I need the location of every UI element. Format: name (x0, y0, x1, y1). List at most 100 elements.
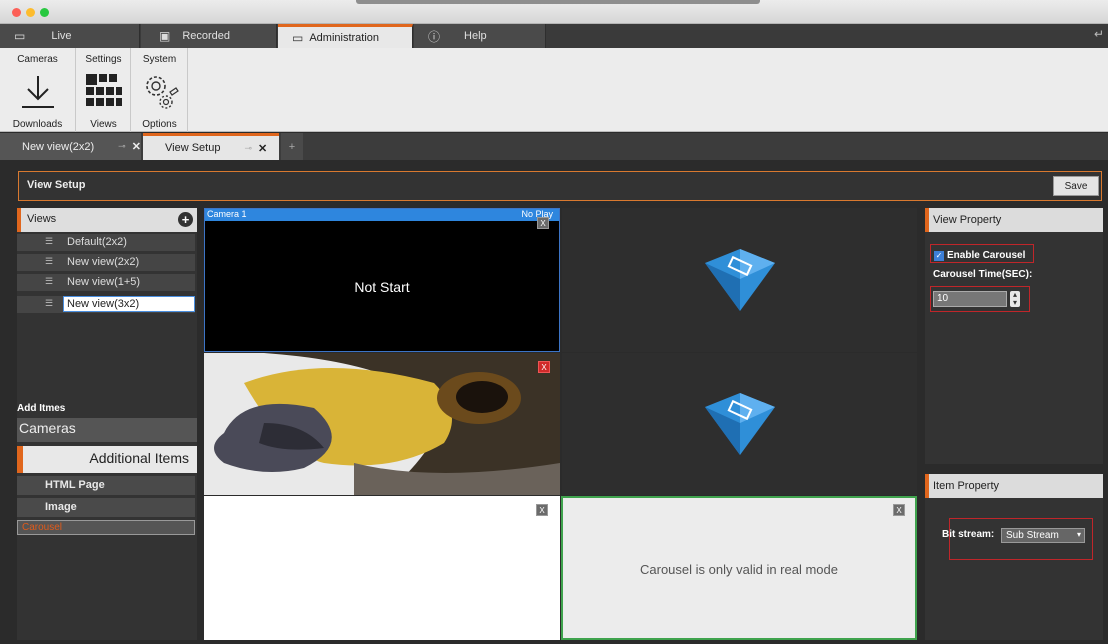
view-item[interactable]: ☰ New view(1+5) (17, 274, 195, 291)
empty-cell[interactable] (562, 353, 917, 495)
list-icon: ☰ (45, 236, 54, 246)
tab-help-label: Help (464, 30, 487, 42)
enable-carousel-checkbox[interactable]: ✓ (934, 251, 944, 261)
html-page-item[interactable]: HTML Page (17, 476, 195, 495)
tab-administration-label: Administration (309, 31, 380, 44)
minimize-window-button[interactable] (26, 8, 35, 17)
add-view-icon[interactable]: + (178, 212, 193, 227)
view-property-header: View Property (925, 208, 1103, 232)
view-item[interactable]: ☰ New view(2x2) (17, 254, 195, 271)
pin-icon[interactable]: ⊸ (244, 143, 252, 154)
tab-live[interactable]: ▭ Live (0, 24, 140, 48)
item-property-header: Item Property (925, 474, 1103, 498)
view-item-label: New view(1+5) (67, 276, 141, 288)
app-window: { "main_tabs": [ {"label": "Live", "icon… (0, 0, 1108, 644)
views-button[interactable] (77, 72, 130, 112)
carousel-time-stepper[interactable]: ▴ ▾ (1010, 291, 1020, 307)
not-start-message: Not Start (354, 279, 410, 295)
tab-administration[interactable]: ▭ Administration (278, 24, 413, 48)
ribbon-group-label: Cameras (17, 54, 58, 65)
bitstream-select[interactable]: Sub Stream ▾ (1001, 528, 1085, 543)
cameras-section[interactable]: Cameras (17, 418, 197, 442)
doctab-label: New view(2x2) (22, 140, 95, 153)
app-logo-icon (704, 249, 775, 311)
tab-help[interactable]: ⓘ Help (414, 24, 546, 48)
tab-recorded[interactable]: ▣ Recorded (141, 24, 277, 48)
document-tab-bar: New view(2x2) ⊸ ✕ View Setup ⊸ ✕ + (0, 133, 1108, 160)
camera-title: Camera 1 (207, 209, 247, 219)
camera-title-bar: Camera 1 No Play (205, 209, 559, 221)
remove-cell-button[interactable]: X (893, 504, 905, 516)
grid-icon (85, 74, 122, 106)
ribbon-group-cameras: Cameras Downloads (0, 48, 76, 132)
ribbon-group-label: Settings (85, 54, 122, 65)
window-titlebar (0, 0, 1108, 24)
view-name-input[interactable]: New view(3x2) (63, 296, 195, 312)
play-icon: ▣ (159, 29, 171, 43)
zoom-window-button[interactable] (40, 8, 49, 17)
save-button[interactable]: Save (1053, 176, 1099, 196)
bitstream-label: Bit stream: (942, 529, 995, 540)
view-property-panel: View Property ✓ Enable Carousel Carousel… (925, 208, 1103, 464)
view-item-label: New view(2x2) (67, 256, 140, 268)
ribbon-group-label: System (142, 54, 177, 65)
main-tab-bar: ▭ Live ▣ Recorded ▭ Administration ⓘ Hel… (0, 24, 1108, 48)
help-icon: ⓘ (428, 29, 441, 44)
remove-cell-button[interactable]: X (537, 217, 549, 229)
list-icon: ☰ (45, 256, 54, 266)
chevron-down-icon: ▾ (1076, 530, 1081, 539)
views-title: Views (27, 213, 57, 225)
image-item[interactable]: Image (17, 498, 195, 517)
options-button[interactable] (132, 72, 187, 112)
view-grid: Camera 1 No Play X Not Start X X X Carou… (204, 208, 917, 640)
add-items-label: Add Itmes (17, 403, 66, 414)
list-icon: ☰ (45, 276, 54, 286)
view-item-editing[interactable]: ☰ New view(3x2) (17, 296, 195, 313)
downloads-button[interactable] (0, 74, 75, 110)
app-logo-icon (704, 393, 775, 455)
carousel-cell[interactable]: X Carousel is only valid in real mode (561, 496, 917, 640)
empty-cell[interactable] (562, 208, 917, 352)
remove-cell-button[interactable]: X (538, 361, 550, 373)
views-label: Views (90, 119, 117, 130)
remove-cell-button[interactable]: X (536, 504, 548, 516)
view-item[interactable]: ☰ Default(2x2) (17, 234, 195, 251)
folder-icon: ▭ (292, 30, 304, 45)
carousel-time-input[interactable]: 10 (933, 291, 1007, 307)
tab-live-label: Live (51, 30, 72, 42)
bitstream-value: Sub Stream (1006, 530, 1059, 541)
views-panel: Views + ☰ Default(2x2) ☰ New view(2x2) ☰… (17, 208, 197, 640)
image-cell[interactable]: X (204, 353, 560, 495)
download-icon (21, 76, 54, 108)
eagle-image (204, 353, 560, 495)
downloads-label: Downloads (12, 119, 63, 130)
gears-icon (145, 76, 179, 109)
carousel-time-label: Carousel Time(SEC): (933, 269, 1033, 280)
carousel-message: Carousel is only valid in real mode (640, 562, 838, 577)
monitor-icon: ▭ (14, 29, 26, 43)
add-tab-button[interactable]: + (281, 133, 303, 160)
carousel-item[interactable]: Carousel (17, 520, 195, 535)
additional-items-section[interactable]: Additional Items (17, 446, 197, 473)
options-label: Options (142, 119, 177, 130)
close-tab-icon[interactable]: ✕ (132, 140, 141, 153)
ribbon-group-system: System Options (132, 48, 188, 132)
exit-icon[interactable]: ↵ (1094, 27, 1104, 41)
view-setup-header: View Setup Save (18, 171, 1102, 201)
doctab-new-view[interactable]: New view(2x2) ⊸ ✕ (0, 133, 141, 160)
camera-cell[interactable]: Camera 1 No Play X Not Start (204, 208, 560, 352)
tab-recorded-label: Recorded (182, 30, 231, 42)
list-icon: ☰ (45, 298, 54, 308)
doctab-view-setup[interactable]: View Setup ⊸ ✕ (143, 133, 279, 160)
doctab-label: View Setup (165, 142, 221, 154)
titlebar-handle (356, 0, 760, 4)
item-property-panel: Item Property Bit stream: Sub Stream ▾ (925, 474, 1103, 640)
pin-icon[interactable]: ⊸ (118, 141, 126, 152)
close-window-button[interactable] (12, 8, 21, 17)
views-header: Views + (17, 208, 197, 232)
ribbon-group-settings: Settings Views (77, 48, 131, 132)
ribbon-toolbar: Cameras Downloads Settings Views System … (0, 48, 1108, 132)
close-tab-icon[interactable]: ✕ (258, 142, 267, 155)
html-page-cell[interactable]: X (204, 496, 560, 640)
view-item-label: Default(2x2) (67, 236, 127, 248)
